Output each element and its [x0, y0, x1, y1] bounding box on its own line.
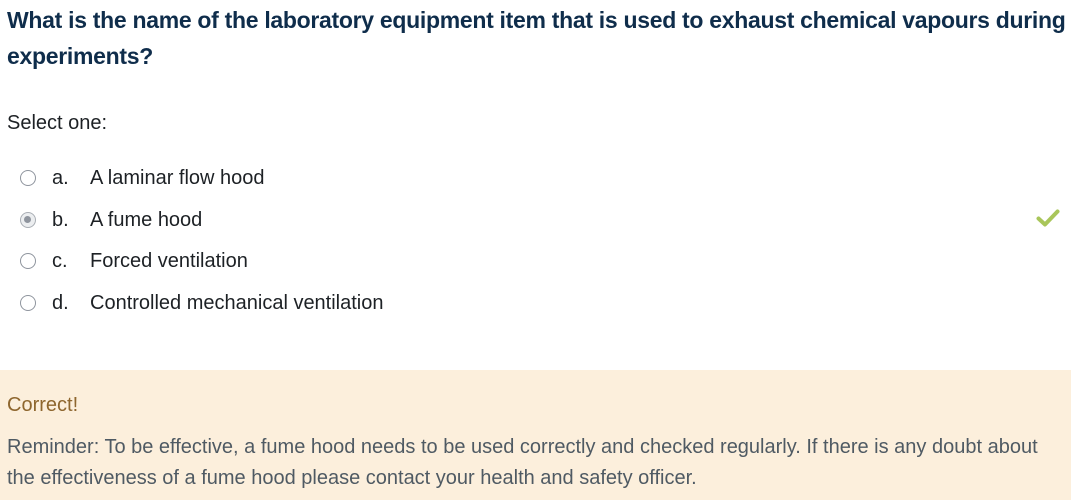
question-text: What is the name of the laboratory equip… [7, 7, 1066, 69]
answer-option-d[interactable]: d. Controlled mechanical ventilation [0, 283, 1071, 325]
feedback-reminder: Reminder: To be effective, a fume hood n… [7, 436, 1038, 489]
radio-button-b[interactable] [20, 211, 36, 228]
feedback-status: Correct! [7, 394, 79, 416]
answer-letter: d. [52, 291, 69, 314]
check-icon [1036, 209, 1060, 226]
answer-label[interactable]: Forced ventilation [90, 250, 248, 273]
select-prompt: Select one: [7, 112, 108, 134]
radio-button-c[interactable] [20, 253, 36, 269]
radio-button-a[interactable] [20, 170, 36, 186]
answer-letter: b. [52, 208, 69, 231]
answer-option-c[interactable]: c. Forced ventilation [0, 241, 1071, 283]
answer-label[interactable]: A fume hood [90, 209, 202, 232]
answer-label[interactable]: A laminar flow hood [90, 167, 265, 190]
radio-button-d[interactable] [20, 294, 36, 311]
feedback-panel: Correct! Reminder: To be effective, a fu… [0, 370, 1071, 500]
answer-option-b[interactable]: b. A fume hood [0, 200, 1071, 242]
answer-label[interactable]: Controlled mechanical ventilation [90, 292, 384, 315]
answer-list: a. A laminar flow hood b. A fume hood c.… [0, 158, 1071, 324]
answer-letter: a. [52, 167, 69, 189]
answer-letter: c. [52, 250, 68, 272]
answer-option-a[interactable]: a. A laminar flow hood [0, 158, 1071, 200]
